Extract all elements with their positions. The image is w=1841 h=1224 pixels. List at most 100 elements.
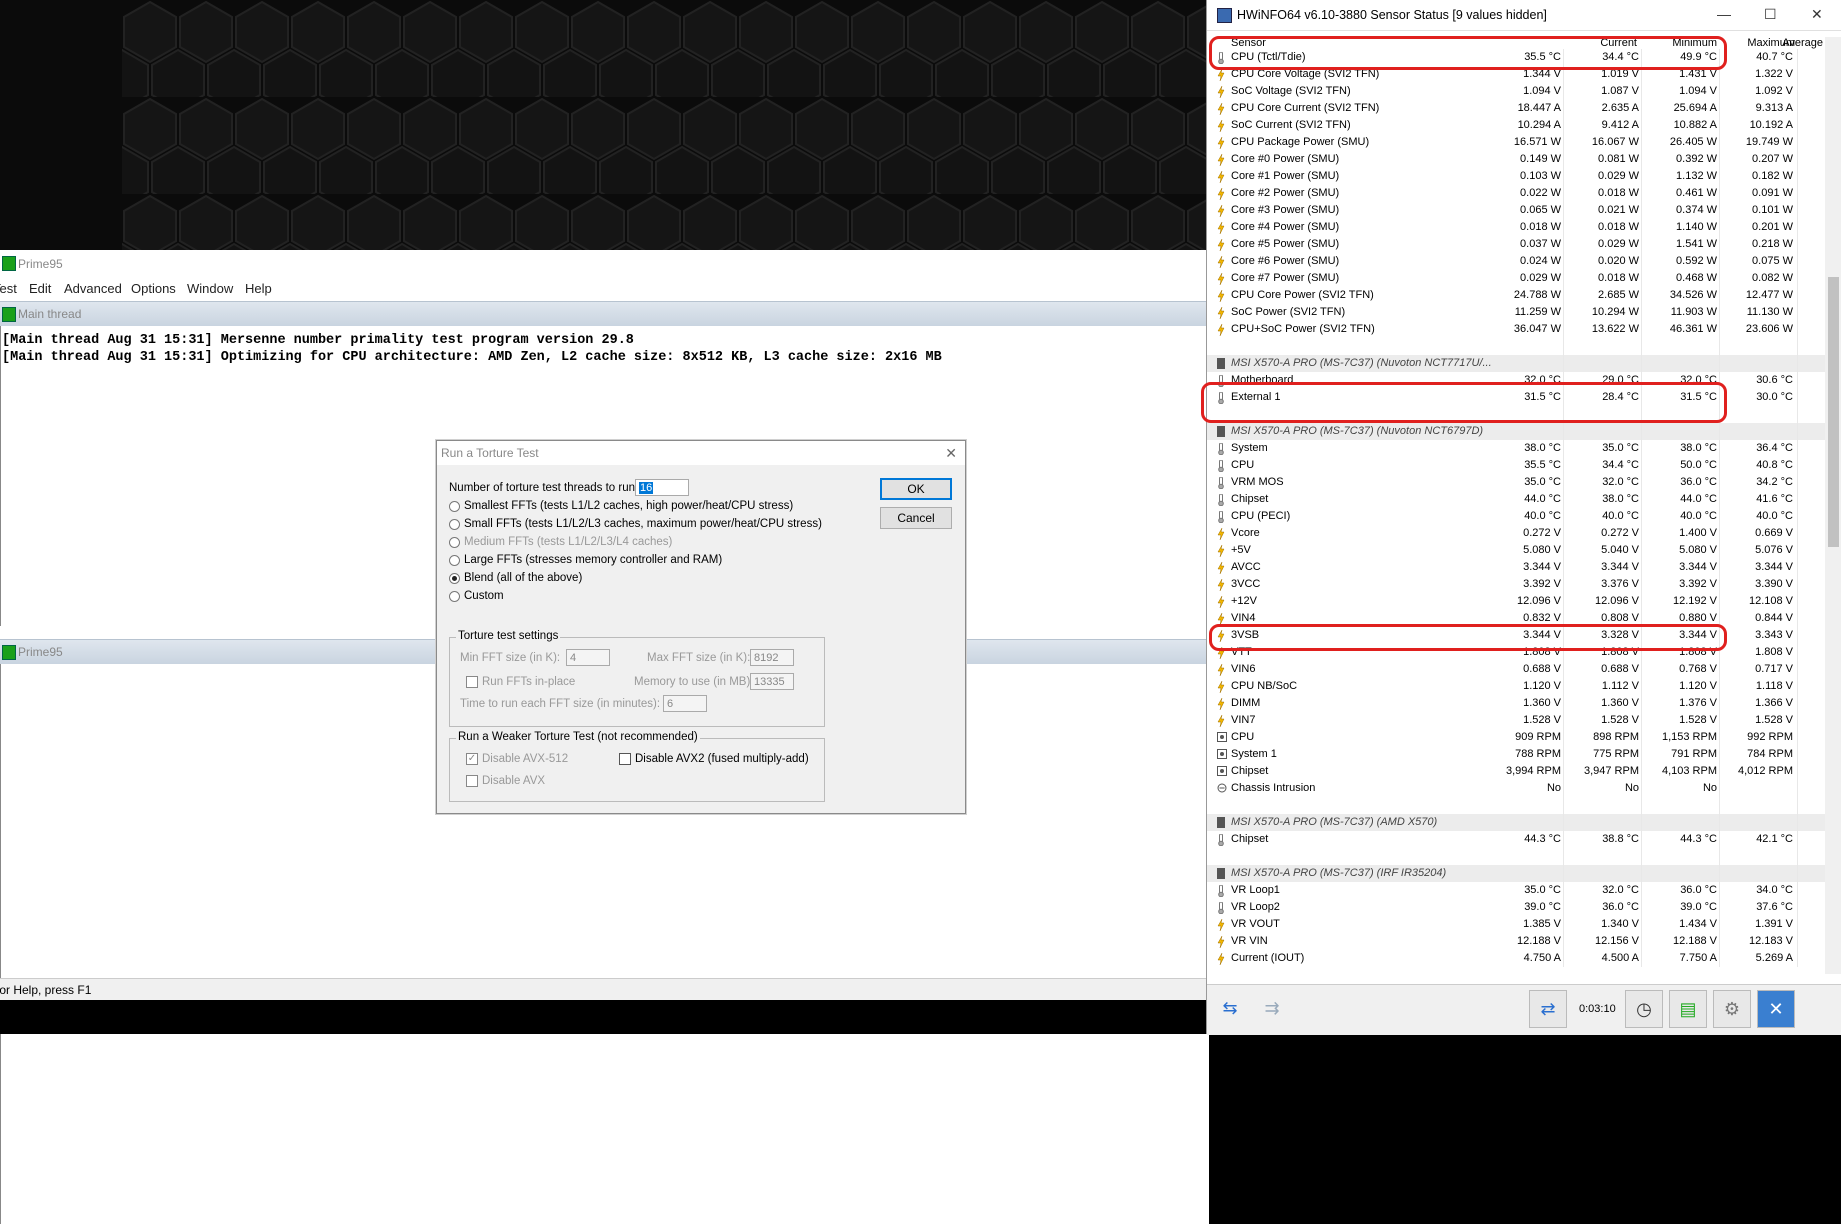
grid-line: [1797, 304, 1798, 321]
sensor-row[interactable]: CPU Package Power (SMU) 16.571 W 16.067 W 2…: [1207, 134, 1825, 151]
cancel-button[interactable]: Cancel: [880, 507, 952, 529]
prev-next-icon[interactable]: ⇆: [1211, 990, 1249, 1028]
temp-sensor-icon: [1217, 884, 1225, 898]
fft-option-radio[interactable]: [449, 555, 460, 566]
hwinfo-titlebar[interactable]: HWiNFO64 v6.10-3880 Sensor Status [9 val…: [1207, 0, 1841, 31]
avx512-checkbox[interactable]: ✓: [466, 753, 478, 765]
sensor-row[interactable]: Core #4 Power (SMU) 0.018 W 0.018 W 1.140 W…: [1207, 219, 1825, 236]
fft-option-radio[interactable]: [449, 591, 460, 602]
menu-window[interactable]: Window: [187, 281, 233, 296]
sensor-row[interactable]: Chassis Intrusion No No No: [1207, 780, 1825, 797]
sensor-group-header[interactable]: MSI X570-A PRO (MS-7C37) (AMD X570): [1207, 814, 1825, 831]
sensor-group-header[interactable]: MSI X570-A PRO (MS-7C37) (Nuvoton NCT679…: [1207, 423, 1825, 440]
sensor-row[interactable]: +12V 12.096 V 12.096 V 12.192 V 12.108 V: [1207, 593, 1825, 610]
min-fft-input[interactable]: 4: [566, 649, 610, 666]
avx2-checkbox[interactable]: [619, 753, 631, 765]
sensor-row[interactable]: CPU Core Current (SVI2 TFN) 18.447 A 2.635…: [1207, 100, 1825, 117]
sensor-group-header[interactable]: MSI X570-A PRO (MS-7C37) (IRF IR35204): [1207, 865, 1825, 882]
close-icon[interactable]: ✕: [945, 445, 957, 462]
grid-line: [1563, 151, 1564, 168]
inplace-checkbox[interactable]: [466, 676, 478, 688]
sensor-row[interactable]: VR VIN 12.188 V 12.156 V 12.188 V 12.183 V: [1207, 933, 1825, 950]
scrollbar[interactable]: [1825, 37, 1841, 974]
fft-option-radio[interactable]: [449, 537, 460, 548]
close-icon[interactable]: ✕: [1757, 990, 1795, 1028]
menu-options[interactable]: Options: [131, 281, 176, 296]
sensor-row[interactable]: Core #7 Power (SMU) 0.029 W 0.018 W 0.468 W…: [1207, 270, 1825, 287]
sensor-row[interactable]: Core #6 Power (SMU) 0.024 W 0.020 W 0.592 W…: [1207, 253, 1825, 270]
sensor-row[interactable]: Core #0 Power (SMU) 0.149 W 0.081 W 0.392 W…: [1207, 151, 1825, 168]
sensor-row[interactable]: [1207, 338, 1825, 355]
column-average[interactable]: Average: [1773, 37, 1823, 49]
max-fft-input[interactable]: 8192: [750, 649, 794, 666]
sensor-row[interactable]: 3VCC 3.392 V 3.376 V 3.392 V 3.390 V: [1207, 576, 1825, 593]
sensor-row[interactable]: Chipset 3,994 RPM 3,947 RPM 4,103 RPM 4,012 …: [1207, 763, 1825, 780]
sensor-row[interactable]: CPU (PECI) 40.0 °C 40.0 °C 40.0 °C 40.0 °C: [1207, 508, 1825, 525]
sensor-row[interactable]: Current (IOUT) 4.750 A 4.500 A 7.750 A 5.269…: [1207, 950, 1825, 967]
sensor-row[interactable]: System 1 788 RPM 775 RPM 791 RPM 784 RPM: [1207, 746, 1825, 763]
menu-test[interactable]: Test: [0, 281, 17, 296]
sensor-row[interactable]: VIN7 1.528 V 1.528 V 1.528 V 1.528 V: [1207, 712, 1825, 729]
weaker-legend: Run a Weaker Torture Test (not recommend…: [456, 731, 700, 743]
sensor-row[interactable]: VR Loop1 35.0 °C 32.0 °C 36.0 °C 34.0 °C: [1207, 882, 1825, 899]
sensor-average: 4,012 RPM: [1737, 765, 1793, 777]
sensor-group-header[interactable]: MSI X570-A PRO (MS-7C37) (Nuvoton NCT771…: [1207, 355, 1825, 372]
sensor-row[interactable]: Core #2 Power (SMU) 0.022 W 0.018 W 0.461 W…: [1207, 185, 1825, 202]
sensor-row[interactable]: +5V 5.080 V 5.040 V 5.080 V 5.076 V: [1207, 542, 1825, 559]
sensor-row[interactable]: CPU+SoC Power (SVI2 TFN) 36.047 W 13.622 W…: [1207, 321, 1825, 338]
menu-advanced[interactable]: Advanced: [64, 281, 122, 296]
fft-option-radio[interactable]: [449, 573, 460, 584]
sensor-row[interactable]: VIN6 0.688 V 0.688 V 0.768 V 0.717 V: [1207, 661, 1825, 678]
time-input[interactable]: 6: [663, 695, 707, 712]
sensor-row[interactable]: SoC Current (SVI2 TFN) 10.294 A 9.412 A 10.…: [1207, 117, 1825, 134]
prime95-titlebar[interactable]: Prime95: [0, 250, 1208, 276]
network-icon[interactable]: ⇄: [1529, 990, 1567, 1028]
sensor-row[interactable]: Vcore 0.272 V 0.272 V 1.400 V 0.669 V: [1207, 525, 1825, 542]
sensor-row[interactable]: System 38.0 °C 35.0 °C 38.0 °C 36.4 °C: [1207, 440, 1825, 457]
main-thread-titlebar[interactable]: Main thread: [0, 301, 1208, 327]
minimize-icon[interactable]: —: [1717, 6, 1731, 22]
threads-input[interactable]: 16: [635, 479, 689, 496]
fft-option-radio[interactable]: [449, 501, 460, 512]
sensor-row[interactable]: DIMM 1.360 V 1.360 V 1.376 V 1.366 V: [1207, 695, 1825, 712]
dialog-titlebar[interactable]: Run a Torture Test ✕: [437, 441, 965, 465]
sensor-minimum: 0.021 W: [1598, 204, 1639, 216]
maximize-icon[interactable]: ☐: [1764, 6, 1777, 23]
collapse-icon[interactable]: ⇉: [1253, 990, 1291, 1028]
sensor-row[interactable]: VRM MOS 35.0 °C 32.0 °C 36.0 °C 34.2 °C: [1207, 474, 1825, 491]
sensor-row[interactable]: CPU Core Power (SVI2 TFN) 24.788 W 2.685 W…: [1207, 287, 1825, 304]
sensor-row[interactable]: SoC Voltage (SVI2 TFN) 1.094 V 1.087 V 1.09…: [1207, 83, 1825, 100]
sensor-row[interactable]: [1207, 848, 1825, 865]
sensor-maximum: 1.132 W: [1676, 170, 1717, 182]
sensor-row[interactable]: [1207, 797, 1825, 814]
sensor-minimum: 0.688 V: [1601, 663, 1639, 675]
log-icon[interactable]: ▤: [1669, 990, 1707, 1028]
menu-edit[interactable]: Edit: [29, 281, 51, 296]
sensor-row[interactable]: Chipset 44.0 °C 38.0 °C 44.0 °C 41.6 °C: [1207, 491, 1825, 508]
close-icon[interactable]: ✕: [1811, 6, 1823, 23]
sensor-row[interactable]: SoC Power (SVI2 TFN) 11.259 W 10.294 W 11.9…: [1207, 304, 1825, 321]
settings-icon[interactable]: ⚙: [1713, 990, 1751, 1028]
scrollbar-thumb[interactable]: [1828, 277, 1839, 547]
clock-icon[interactable]: ◷: [1625, 990, 1663, 1028]
sensor-row[interactable]: CPU 35.5 °C 34.4 °C 50.0 °C 40.8 °C: [1207, 457, 1825, 474]
sensor-row[interactable]: Core #5 Power (SMU) 0.037 W 0.029 W 1.541 W…: [1207, 236, 1825, 253]
ok-button[interactable]: OK: [880, 478, 952, 500]
avx-checkbox[interactable]: [466, 775, 478, 787]
grid-line: [1563, 916, 1564, 933]
sensor-row[interactable]: Core #3 Power (SMU) 0.065 W 0.021 W 0.374 W…: [1207, 202, 1825, 219]
sensor-name: CPU (PECI): [1231, 510, 1291, 522]
sensor-minimum: 1.528 V: [1601, 714, 1639, 726]
sensor-minimum: 0.808 V: [1601, 612, 1639, 624]
memory-input[interactable]: 13335: [750, 673, 794, 690]
sensor-row[interactable]: CPU NB/SoC 1.120 V 1.112 V 1.120 V 1.118 V: [1207, 678, 1825, 695]
sensor-row[interactable]: VR Loop2 39.0 °C 36.0 °C 39.0 °C 37.6 °C: [1207, 899, 1825, 916]
sensor-row[interactable]: VR VOUT 1.385 V 1.340 V 1.434 V 1.391 V: [1207, 916, 1825, 933]
sensor-row[interactable]: Core #1 Power (SMU) 0.103 W 0.029 W 1.132 W…: [1207, 168, 1825, 185]
sensor-row[interactable]: CPU 909 RPM 898 RPM 1,153 RPM 992 RPM: [1207, 729, 1825, 746]
sensor-row[interactable]: Chipset 44.3 °C 38.8 °C 44.3 °C 42.1 °C: [1207, 831, 1825, 848]
menu-help[interactable]: Help: [245, 281, 272, 296]
sensor-row[interactable]: AVCC 3.344 V 3.344 V 3.344 V 3.344 V: [1207, 559, 1825, 576]
grid-line: [1641, 134, 1642, 151]
fft-option-radio[interactable]: [449, 519, 460, 530]
